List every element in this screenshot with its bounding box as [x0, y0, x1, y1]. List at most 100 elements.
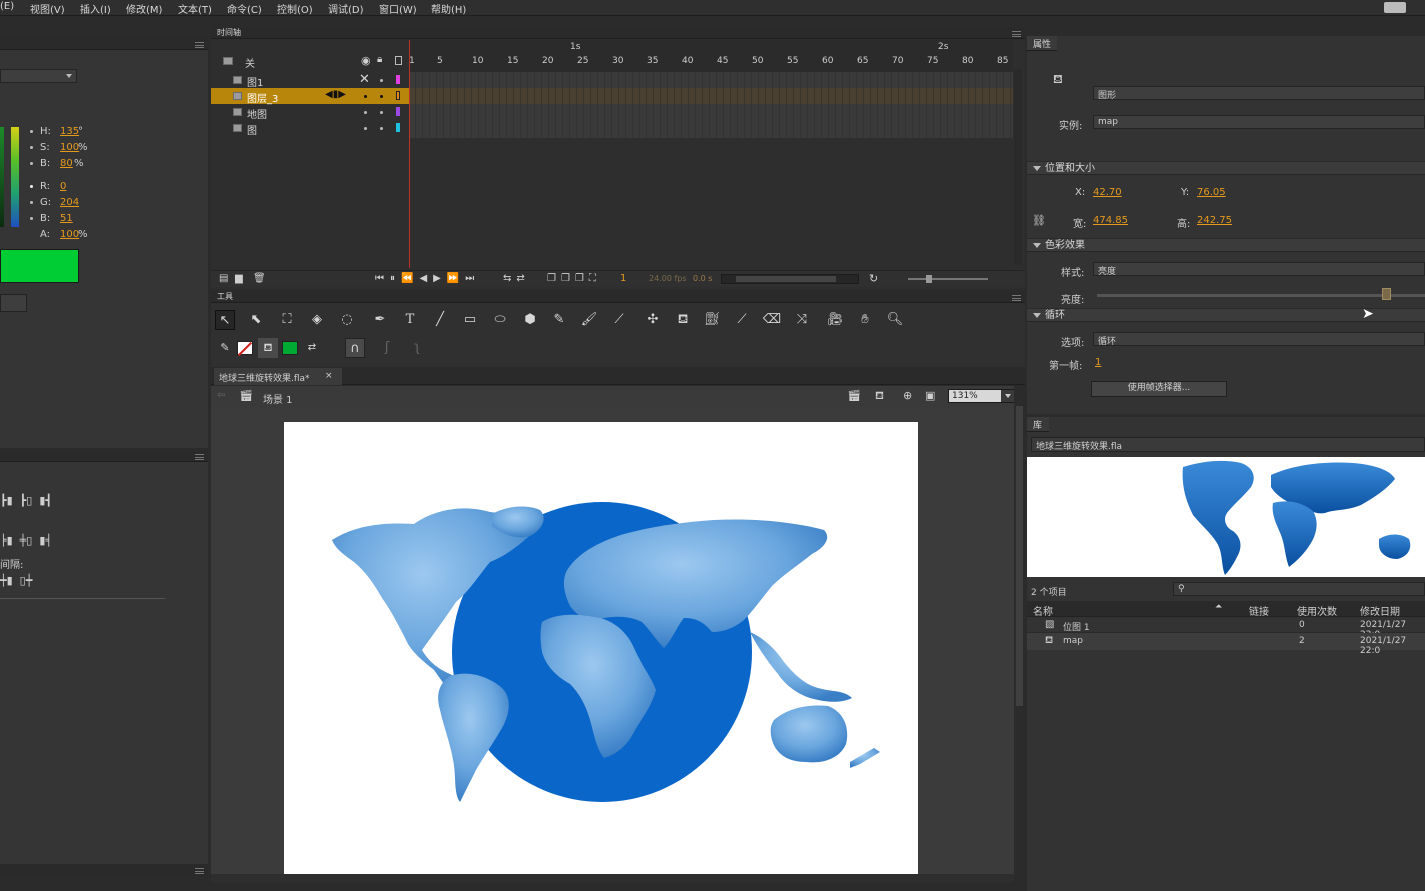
menu-insert[interactable]: 插入(I) — [80, 1, 111, 16]
library-item-name[interactable]: 位图 1 — [1063, 620, 1090, 633]
color-swatch-preview[interactable] — [0, 249, 79, 283]
free-transform-tool-icon[interactable]: ⛶ — [277, 310, 297, 330]
polystar-tool-icon[interactable]: ⬢ — [520, 310, 540, 330]
width-tool-icon[interactable]: ⤨ — [792, 310, 812, 330]
ink-bottle-tool-icon[interactable]: ⛽︎ — [702, 310, 722, 330]
instance-field[interactable]: map — [1093, 115, 1425, 129]
menu-modify[interactable]: 修改(M) — [126, 1, 162, 16]
loop-option-dropdown[interactable]: 循环 — [1093, 332, 1425, 347]
playhead[interactable] — [409, 40, 414, 268]
line-tool-icon[interactable]: ╱ — [430, 310, 450, 330]
eyedropper-tool-icon[interactable]: ⟋ — [732, 310, 752, 330]
library-row-selected[interactable]: ⛾ map 2 2021/1/27 22:0 — [1027, 633, 1425, 656]
column-date-modified[interactable]: 修改日期 — [1360, 603, 1400, 618]
distribute-icons[interactable]: ╞▮ ╪▯ ▮╡ — [0, 534, 70, 548]
fill-color-icon[interactable]: ⛾ — [258, 338, 278, 358]
delete-layer-icon[interactable]: 🗑︎ — [253, 273, 266, 284]
zoom-dropdown[interactable]: 131% — [948, 389, 1016, 403]
library-item-name[interactable]: map — [1063, 636, 1083, 646]
selected-layer-frames[interactable] — [409, 88, 1013, 104]
library-tab[interactable]: 库 — [1027, 417, 1049, 432]
lock-ratio-icon[interactable]: ⛓ — [1032, 214, 1046, 227]
menu-debug[interactable]: 调试(D) — [328, 1, 364, 16]
edit-scene-icon[interactable]: 🎬︎ — [847, 389, 861, 402]
saturation-strip[interactable] — [0, 127, 4, 227]
back-arrow-icon[interactable]: ⇦ — [217, 390, 225, 401]
timeline-zoom-thumb[interactable] — [926, 275, 932, 283]
edit-symbol-icon[interactable]: ⛾ — [875, 389, 884, 404]
smooth-icon[interactable]: ʃ — [377, 338, 397, 358]
layer-name[interactable]: 图层_3 — [247, 90, 278, 105]
3d-rotation-tool-icon[interactable]: ◈ — [307, 310, 327, 330]
library-row[interactable]: ▧ 位图 1 0 2021/1/27 22:0 — [1027, 617, 1425, 640]
hidden-x-icon[interactable]: ✕ — [359, 72, 370, 87]
column-linkage[interactable]: 链接 — [1249, 603, 1269, 618]
document-tab-title[interactable]: 地球三维旋转效果.fla* — [219, 374, 310, 384]
hand-tool-icon[interactable]: ✋︎ — [855, 310, 875, 330]
close-tab-icon[interactable]: × — [325, 371, 333, 381]
selection-tool-icon[interactable]: ↖ — [215, 310, 235, 330]
lock-icon[interactable]: 🔒︎ — [377, 54, 382, 65]
zoom-value[interactable]: 131% — [952, 391, 978, 401]
brightness-slider[interactable] — [1097, 288, 1425, 300]
bone-tool-icon[interactable]: ✣ — [643, 310, 663, 330]
stage-vscroll[interactable] — [1014, 386, 1025, 882]
outline-icon[interactable] — [395, 56, 402, 65]
align-top-icons[interactable]: ┣▮ ┣▯ ▮┫ — [0, 494, 70, 508]
eye-icon[interactable]: ◉ — [361, 54, 371, 67]
hue-slider[interactable] — [11, 127, 19, 227]
add-swatch-button[interactable] — [0, 294, 27, 312]
library-document-name[interactable]: 地球三维旋转效果.fla — [1036, 442, 1122, 452]
stroke-color-icon[interactable]: ✎ — [215, 338, 235, 358]
fill-color-swatch[interactable] — [282, 341, 298, 355]
menu-edit[interactable]: (E) — [0, 1, 14, 12]
eraser-tool-icon[interactable]: ⌫ — [762, 310, 782, 330]
loop-option-value[interactable]: 循环 — [1098, 337, 1116, 347]
text-tool-icon[interactable]: T — [400, 310, 420, 330]
elapsed-time[interactable]: 0.0 s — [693, 274, 712, 283]
workspace-switcher-icon[interactable] — [1384, 2, 1406, 13]
x-value[interactable]: 42.70 — [1093, 187, 1122, 198]
frame-picker-button[interactable]: 使用帧选择器... — [1091, 381, 1227, 397]
swap-colors-icon[interactable]: ⇄ — [302, 338, 322, 358]
library-search-input[interactable]: ⚲ — [1173, 582, 1425, 596]
new-folder-icon[interactable]: ▆ — [235, 273, 243, 284]
paint-brush-tool-icon[interactable]: ⟋ — [609, 310, 629, 330]
straighten-icon[interactable]: ʅ — [407, 338, 427, 358]
properties-tab[interactable]: 属性 — [1027, 36, 1057, 51]
menu-commands[interactable]: 命令(C) — [227, 1, 262, 16]
layer-row-selected[interactable]: 图层_3 ◀▮▶ — [211, 88, 409, 105]
oval-tool-icon[interactable]: ⬭ — [490, 310, 510, 330]
paint-bucket-tool-icon[interactable]: ⛾ — [673, 310, 693, 330]
frame-rate[interactable]: 24.00 fps — [649, 274, 687, 283]
width-value[interactable]: 474.85 — [1093, 215, 1128, 226]
snap-to-objects-icon[interactable]: ∩ — [345, 338, 365, 358]
document-tab[interactable]: 地球三维旋转效果.fla* × — [214, 368, 342, 385]
position-size-section[interactable]: 位置和大小 — [1027, 161, 1425, 175]
pencil-tool-icon[interactable]: ✎ — [549, 310, 569, 330]
timeline-scrollbar[interactable] — [1014, 69, 1022, 265]
playback-controls-icon[interactable]: ⏮⏸⏪◀▶⏩⏭ — [375, 273, 480, 284]
layer-name[interactable]: 图 — [247, 122, 257, 137]
brush-tool-icon[interactable]: 🖌︎ — [579, 310, 599, 330]
keyframe-nav-icon[interactable]: ◀▮▶ — [325, 89, 346, 100]
menu-text[interactable]: 文本(T) — [178, 1, 212, 16]
library-document-dropdown[interactable]: 地球三维旋转效果.fla — [1031, 437, 1425, 452]
center-stage-icon[interactable]: ⊕ — [903, 389, 912, 402]
frame-grid[interactable] — [409, 72, 1013, 138]
world-map-graphic[interactable] — [284, 422, 918, 882]
height-value[interactable]: 242.75 — [1197, 215, 1232, 226]
timeline-zoom-slider[interactable] — [908, 278, 988, 280]
pen-tool-icon[interactable]: ✒ — [370, 310, 390, 330]
color-effect-section[interactable]: 色彩效果 — [1027, 238, 1425, 252]
sort-icon[interactable]: ⏶ — [1215, 602, 1222, 612]
edit-multiple-icons[interactable]: ❐❐❐⛶ — [547, 273, 601, 284]
onion-skin-icons[interactable]: ⇆⇄ — [503, 273, 530, 284]
brightness-thumb[interactable] — [1382, 288, 1391, 300]
layer-row[interactable]: 图1 ✕ — [211, 72, 409, 89]
layer-row[interactable]: 地图 — [211, 104, 409, 121]
subselection-tool-icon[interactable]: ⬉ — [246, 310, 266, 330]
layer-color-swatch[interactable] — [396, 91, 400, 100]
space-evenly-icons[interactable]: ┿▮ ▯┿ — [0, 574, 50, 588]
layer-row[interactable]: 图 — [211, 120, 409, 137]
